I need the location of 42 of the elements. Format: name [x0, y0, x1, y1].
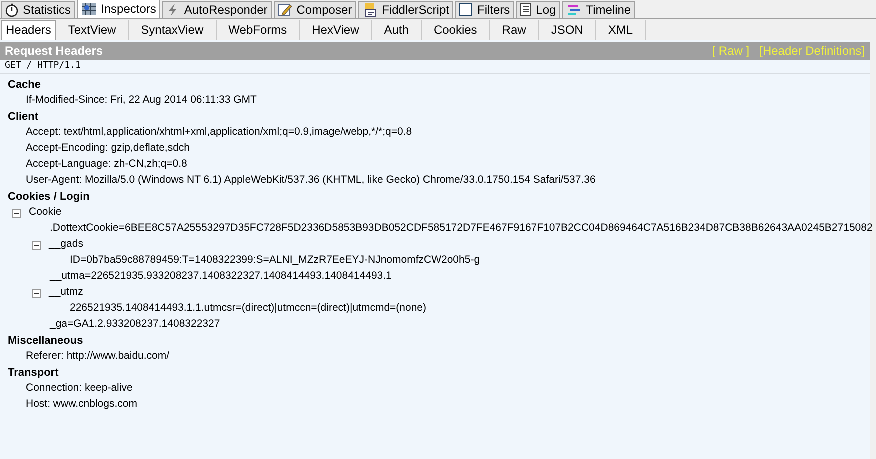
group-title: Cache — [8, 78, 42, 93]
tab[interactable]: Headers — [1, 20, 56, 40]
collapse-toggle[interactable] — [32, 240, 41, 250]
tree-node-label: __gads — [49, 237, 84, 252]
group-title: Cookies / Login — [8, 190, 90, 205]
section-title: Request Headers — [5, 43, 104, 60]
tab[interactable]: Inspectors — [77, 0, 160, 18]
request-line: GET / HTTP/1.1 — [5, 60, 81, 73]
tab[interactable]: Log — [516, 1, 560, 18]
header-entry: ID=0b7ba59c88789459:T=1408322399:S=ALNI_MZzR7EeEYJ-NJnomomfzCW2o0h5-g — [70, 253, 480, 268]
header-entry: __utma=226521935.933208237.1408322327.1408414493.1408414493.1 — [50, 269, 392, 284]
collapse-toggle[interactable] — [32, 288, 41, 298]
tree-node-label: Cookie — [29, 205, 62, 220]
document-icon — [520, 3, 532, 17]
group-title: Miscellaneous — [8, 334, 84, 349]
tab[interactable]: Composer — [274, 1, 356, 18]
collapse-toggle[interactable] — [12, 208, 21, 218]
header-entry: Accept-Language: zh-CN,zh;q=0.8 — [26, 157, 188, 172]
header-entry: Host: www.cnblogs.com — [26, 397, 138, 412]
group-title: Transport — [8, 366, 59, 381]
group-title: Client — [8, 110, 39, 125]
header-entry: Connection: keep-alive — [26, 381, 133, 396]
header-entry: .DottextCookie=6BEE8C57A25553297D35FC728F5D2336D5853B93DB052CDF585172D7FE467F9167F107B2CC04D869464C7A516B234D87CB38B62643AA0245B2715082 — [50, 221, 873, 236]
timeline-icon — [566, 3, 582, 17]
tab[interactable]: Timeline — [562, 1, 636, 18]
header-entry: 226521935.1408414493.1.1.utmcsr=(direct)|utmccn=(direct)|utmcmd=(none) — [70, 301, 427, 316]
checkbox-icon — [459, 3, 474, 17]
header-entry: _ga=GA1.2.933208237.1408322327 — [50, 317, 220, 332]
script-icon — [362, 2, 378, 18]
grid-icon — [81, 2, 98, 16]
header-entry: Accept-Encoding: gzip,deflate,sdch — [26, 141, 190, 156]
tab[interactable]: Filters — [455, 1, 514, 18]
header-entry: User-Agent: Mozilla/5.0 (Windows NT 6.1) AppleWebKit/537.36 (KHTML, like Gecko) Chrome/33.0.1750.154 Safari/537.36 — [26, 173, 596, 188]
pencil-icon — [278, 3, 293, 17]
header-entry: Accept: text/html,application/xhtml+xml,application/xml;q=0.9,image/webp,*/*;q=0.8 — [26, 125, 412, 140]
tab[interactable]: FiddlerScript — [358, 1, 454, 18]
stopwatch-icon — [5, 3, 19, 17]
tab[interactable]: AutoResponder — [162, 1, 272, 18]
header-entry: Referer: http://www.baidu.com/ — [26, 349, 170, 364]
header-entry: If-Modified-Since: Fri, 22 Aug 2014 06:11:33 GMT — [26, 93, 257, 108]
tree-node-label: __utmz — [49, 285, 84, 300]
tab[interactable]: Statistics — [1, 1, 76, 18]
